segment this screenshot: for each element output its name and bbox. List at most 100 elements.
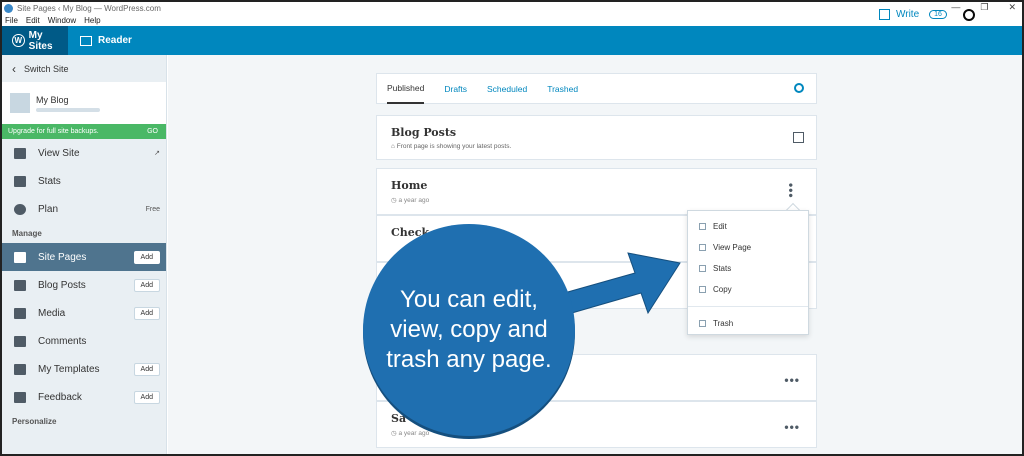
more-options-icon[interactable]: •••	[784, 183, 798, 199]
upgrade-banner[interactable]: Upgrade for full site backups. GO	[2, 124, 166, 139]
menu-item-label: Trash	[713, 319, 734, 328]
menu-item-view-page[interactable]: View Page	[688, 237, 808, 258]
upgrade-text: Upgrade for full site backups.	[8, 128, 99, 135]
menu-window[interactable]: Window	[48, 16, 76, 25]
write-label: Write	[896, 9, 920, 20]
tab-published[interactable]: Published	[387, 73, 425, 104]
close-button[interactable]: ✕	[1008, 2, 1016, 13]
stats-icon	[14, 175, 26, 187]
write-button[interactable]: Write 16	[869, 4, 947, 25]
section-personalize: Personalize	[12, 416, 57, 426]
sidebar-item-label: Blog Posts	[38, 279, 86, 291]
sidebar-item-blog-posts[interactable]: Blog Posts Add	[2, 271, 166, 299]
page-time: ◷ a year ago	[391, 197, 430, 204]
blog-posts-subtitle-text: Front page is showing your latest posts.	[396, 143, 512, 150]
external-link-icon[interactable]	[793, 132, 804, 143]
write-count-badge: 16	[929, 10, 947, 19]
site-card[interactable]: My Blog	[2, 82, 166, 124]
sidebar-item-label: View Site	[38, 147, 80, 159]
templates-icon	[14, 363, 26, 375]
plan-free-badge: Free	[145, 205, 160, 213]
reader-button[interactable]: Reader	[80, 26, 132, 55]
menu-item-stats[interactable]: Stats	[688, 258, 808, 279]
maximize-button[interactable]: ❐	[980, 2, 988, 13]
sidebar-item-label: Stats	[38, 175, 61, 187]
site-url-blurred	[36, 107, 100, 112]
menu-item-label: Edit	[713, 222, 727, 231]
reader-icon	[80, 35, 92, 46]
switch-site-button[interactable]: ‹ Switch Site	[2, 55, 166, 82]
sidebar-item-label: Plan	[38, 203, 59, 215]
add-media-button[interactable]: Add	[133, 306, 160, 320]
upgrade-go[interactable]: GO	[147, 128, 158, 135]
add-feedback-button[interactable]: Add	[133, 390, 160, 404]
minimize-button[interactable]: —	[951, 2, 960, 13]
tab-trashed[interactable]: Trashed	[547, 73, 578, 104]
plan-icon	[14, 203, 26, 215]
pages-icon	[14, 251, 26, 263]
callout-bubble: You can edit, view, copy and trash any p…	[363, 224, 575, 436]
menu-item-copy[interactable]: Copy	[688, 279, 808, 300]
tab-scheduled[interactable]: Scheduled	[487, 73, 527, 104]
menu-edit[interactable]: Edit	[26, 16, 40, 25]
sidebar-item-comments[interactable]: Comments	[2, 327, 166, 355]
sidebar-item-plan[interactable]: Plan Free	[2, 195, 166, 223]
my-sites-button[interactable]: W My Sites	[2, 26, 68, 55]
menu-item-label: Copy	[713, 285, 732, 294]
menu-help[interactable]: Help	[84, 16, 100, 25]
search-icon[interactable]	[794, 83, 804, 93]
menu-item-edit[interactable]: Edit	[688, 216, 808, 237]
sidebar-item-site-pages[interactable]: Site Pages Add	[2, 243, 166, 271]
sidebar-item-label: My Templates	[38, 363, 100, 375]
add-template-button[interactable]: Add	[133, 362, 160, 376]
sidebar-item-label: Media	[38, 307, 66, 319]
menu-item-label: Stats	[713, 264, 732, 273]
sidebar-item-my-templates[interactable]: My Templates Add	[2, 355, 166, 383]
trash-icon	[699, 320, 706, 327]
sidebar: ‹ Switch Site My Blog Upgrade for full s…	[2, 55, 167, 454]
reader-label: Reader	[98, 35, 132, 46]
comments-icon	[14, 335, 26, 347]
site-name: My Blog	[36, 94, 69, 105]
wordpress-logo-icon	[4, 3, 13, 13]
chevron-left-icon: ‹	[12, 61, 16, 76]
media-icon	[14, 307, 26, 319]
posts-icon	[14, 279, 26, 291]
top-nav: W My Sites Reader	[2, 26, 1022, 55]
tab-drafts[interactable]: Drafts	[444, 73, 467, 104]
blog-posts-title: Blog Posts	[391, 126, 457, 139]
add-page-button[interactable]: Add	[133, 250, 160, 264]
more-options-icon[interactable]: •••	[784, 420, 800, 434]
write-icon	[879, 9, 890, 20]
page-row[interactable]: Home ◷ a year ago •••	[376, 168, 817, 215]
page-actions-menu: Edit View Page Stats Copy Trash	[687, 210, 809, 335]
status-tabs: Published Drafts Scheduled Trashed	[376, 73, 817, 104]
page-title: Home	[391, 179, 428, 192]
window-title: Site Pages ‹ My Blog — WordPress.com	[17, 3, 161, 13]
more-options-icon[interactable]: •••	[784, 373, 800, 387]
sidebar-item-stats[interactable]: Stats	[2, 167, 166, 195]
monitor-icon	[14, 147, 26, 159]
page-time-text: a year ago	[398, 197, 430, 204]
blog-posts-card[interactable]: Blog Posts ⌂ Front page is showing your …	[376, 115, 817, 160]
my-sites-label: My Sites	[28, 29, 53, 52]
external-link-icon: ↗	[154, 150, 160, 157]
sidebar-item-feedback[interactable]: Feedback Add	[2, 383, 166, 411]
window-controls: — ❐ ✕	[951, 2, 1016, 13]
sidebar-item-view-site[interactable]: View Site ↗	[2, 139, 166, 167]
sidebar-item-media[interactable]: Media Add	[2, 299, 166, 327]
menu-file[interactable]: File	[5, 16, 18, 25]
sidebar-item-label: Site Pages	[38, 251, 87, 263]
copy-icon	[699, 286, 706, 293]
callout-text: You can edit, view, copy and trash any p…	[386, 286, 552, 373]
feedback-icon	[14, 391, 26, 403]
section-manage: Manage	[12, 228, 42, 238]
menu-item-trash[interactable]: Trash	[688, 313, 808, 334]
external-link-icon	[699, 244, 706, 251]
avatar[interactable]	[963, 9, 975, 21]
wordpress-icon: W	[12, 34, 25, 47]
add-post-button[interactable]: Add	[133, 278, 160, 292]
site-icon	[10, 93, 30, 113]
menu-divider	[688, 306, 808, 307]
sidebar-item-label: Feedback	[38, 391, 82, 403]
